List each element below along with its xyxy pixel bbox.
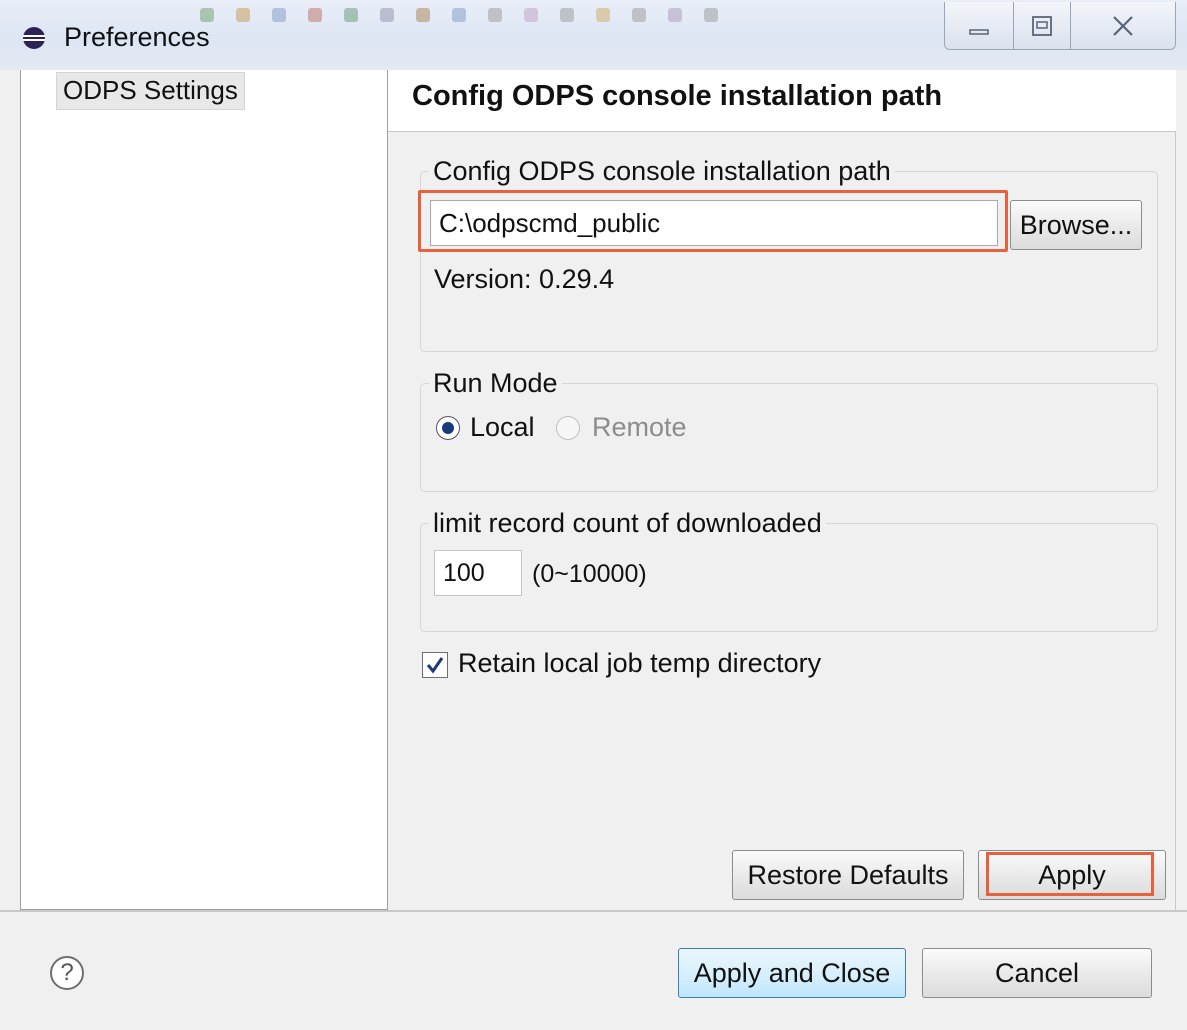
local-radio-dot <box>442 422 454 434</box>
path-highlight-box <box>418 190 1008 252</box>
remote-radio <box>556 416 580 440</box>
background-toolbar <box>200 4 940 26</box>
minimize-icon <box>969 28 989 35</box>
tree-item-odps-settings[interactable]: ODPS Settings <box>56 72 245 110</box>
retain-temp-checkbox[interactable] <box>422 652 448 678</box>
checkmark-icon <box>426 657 444 674</box>
minimize-button[interactable] <box>945 2 1014 49</box>
window-controls <box>944 2 1176 50</box>
local-radio-label[interactable]: Local <box>470 412 535 443</box>
limit-field-wrapper <box>434 550 522 596</box>
remote-radio-label: Remote <box>592 412 687 442</box>
limit-input[interactable] <box>435 551 521 595</box>
run-mode-legend: Run Mode <box>433 368 558 398</box>
preferences-tree[interactable] <box>20 70 388 910</box>
apply-highlight-box <box>986 852 1154 896</box>
page-title: Config ODPS console installation path <box>412 80 943 112</box>
console-path-group: Config ODPS console installation path <box>420 156 1158 352</box>
close-icon <box>1113 15 1133 36</box>
console-path-group-legend: Config ODPS console installation path <box>433 156 891 186</box>
limit-range-text: (0~10000) <box>532 560 647 588</box>
browse-button[interactable]: Browse... <box>1010 200 1142 250</box>
eclipse-app-icon <box>23 27 45 49</box>
limit-legend: limit record count of downloaded <box>433 508 822 538</box>
help-icon[interactable]: ? <box>50 956 84 990</box>
apply-and-close-button[interactable]: Apply and Close <box>678 948 906 998</box>
close-button[interactable] <box>1071 2 1175 49</box>
retain-temp-label[interactable]: Retain local job temp directory <box>458 648 821 679</box>
restore-defaults-button[interactable]: Restore Defaults <box>732 850 964 900</box>
window-title: Preferences <box>64 22 210 52</box>
limit-group: limit record count of downloaded <box>420 508 1158 632</box>
cancel-button[interactable]: Cancel <box>922 948 1152 998</box>
maximize-button[interactable] <box>1014 2 1071 49</box>
maximize-icon <box>1032 15 1052 36</box>
version-text: Version: 0.29.4 <box>434 264 615 294</box>
footer-separator <box>0 910 1187 912</box>
